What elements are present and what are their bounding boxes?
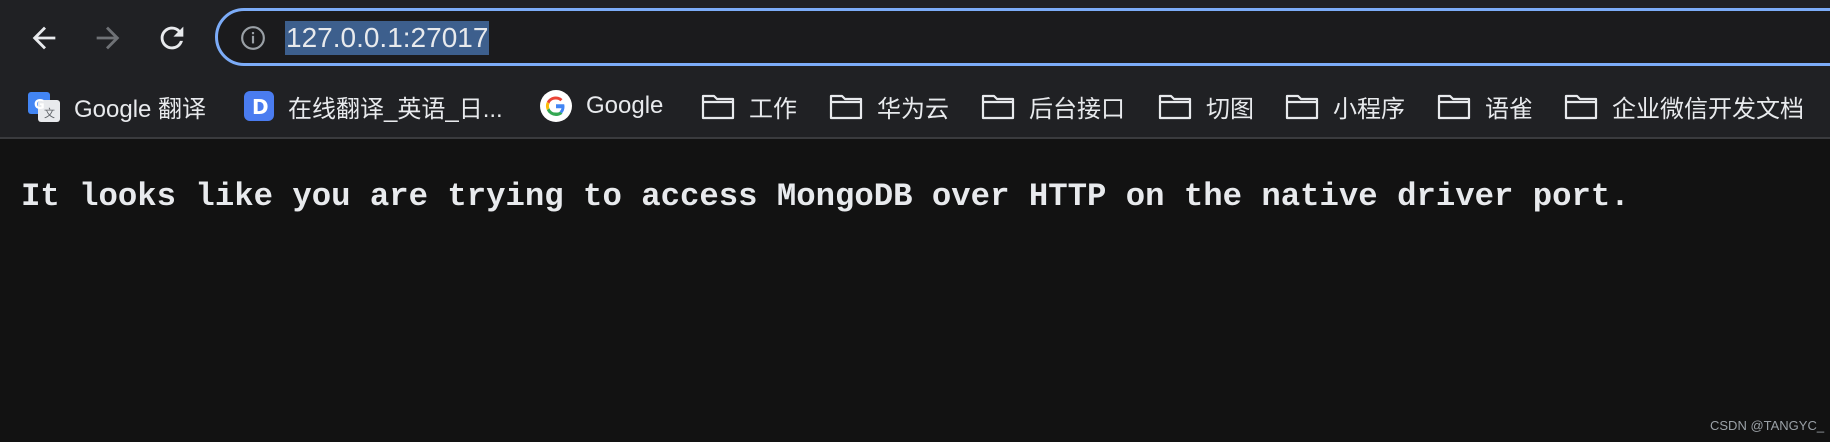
bookmark-label: 语雀 xyxy=(1485,95,1533,123)
folder-icon xyxy=(1285,92,1319,120)
svg-text:文: 文 xyxy=(44,106,55,120)
bookmark-folder-work[interactable]: 工作 xyxy=(701,76,797,136)
bookmarks-bar: G 文 Google 翻译 D 在线翻译_英语_日... Google 工作 华… xyxy=(0,76,1830,139)
bookmark-folder-yuque[interactable]: 语雀 xyxy=(1437,76,1533,136)
bookmark-google[interactable]: Google xyxy=(540,76,663,136)
bookmark-folder-mini-program[interactable]: 小程序 xyxy=(1285,76,1405,136)
forward-button[interactable] xyxy=(88,18,128,58)
folder-icon xyxy=(1437,92,1471,120)
watermark: CSDN @TANGYC_ xyxy=(1710,418,1825,433)
bookmark-label: 企业微信开发文档 xyxy=(1612,95,1804,123)
folder-icon xyxy=(1564,92,1598,120)
bookmark-folder-huawei-cloud[interactable]: 华为云 xyxy=(829,76,949,136)
bookmark-folder-wecom-docs[interactable]: 企业微信开发文档 xyxy=(1564,76,1804,136)
bookmark-label: 小程序 xyxy=(1333,95,1405,123)
folder-icon xyxy=(829,92,863,120)
bookmark-folder-slicing[interactable]: 切图 xyxy=(1158,76,1254,136)
arrow-left-icon xyxy=(32,26,56,50)
folder-icon xyxy=(1158,92,1192,120)
bookmark-folder-backend-api[interactable]: 后台接口 xyxy=(981,76,1125,136)
page-message: It looks like you are trying to access M… xyxy=(21,178,1630,215)
bookmark-label: 工作 xyxy=(749,95,797,123)
deepl-d-icon: D xyxy=(244,91,274,121)
bookmark-label: 在线翻译_英语_日... xyxy=(288,95,503,123)
bookmark-deepl[interactable]: D 在线翻译_英语_日... xyxy=(244,76,503,136)
browser-toolbar: 127.0.0.1:27017 xyxy=(0,0,1830,76)
google-translate-icon: G 文 xyxy=(28,90,60,122)
bookmark-label: 切图 xyxy=(1206,95,1254,123)
arrow-right-icon xyxy=(96,26,120,50)
bookmark-google-translate[interactable]: G 文 Google 翻译 xyxy=(28,76,206,136)
bookmark-label: 后台接口 xyxy=(1029,95,1125,123)
bookmark-label: 华为云 xyxy=(877,95,949,123)
url-text[interactable]: 127.0.0.1:27017 xyxy=(285,21,490,55)
bookmark-label: Google 翻译 xyxy=(74,95,207,123)
info-icon[interactable] xyxy=(240,25,266,51)
reload-button[interactable] xyxy=(152,18,192,58)
address-bar[interactable]: 127.0.0.1:27017 xyxy=(215,8,1830,66)
svg-text:D: D xyxy=(252,95,269,119)
page-content: It looks like you are trying to access M… xyxy=(0,139,1830,442)
folder-icon xyxy=(701,92,735,120)
folder-icon xyxy=(981,92,1015,120)
reload-icon xyxy=(160,26,184,50)
google-g-icon xyxy=(540,90,572,122)
bookmark-label: Google xyxy=(586,92,664,119)
back-button[interactable] xyxy=(24,18,64,58)
